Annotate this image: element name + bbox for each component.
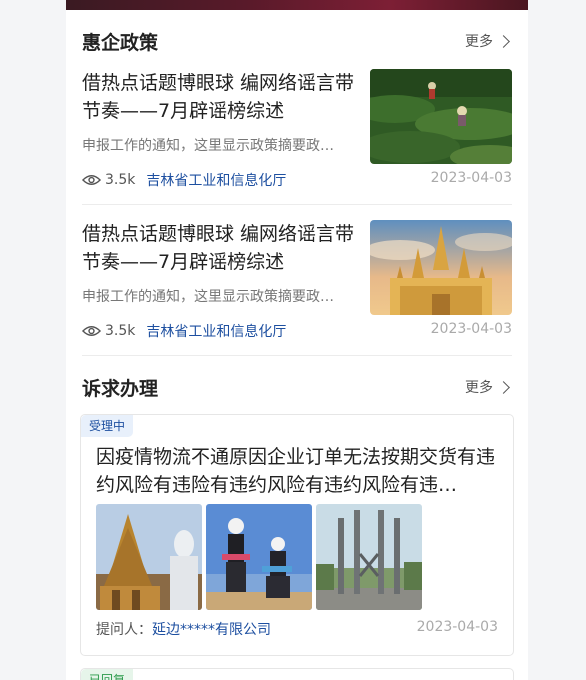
app-page: 惠企政策 更多 借热点话题博眼球 编网络谣言带节奏——7月辟谣榜综述 申报工作的… (66, 0, 528, 680)
policy-more-label: 更多 (465, 34, 493, 50)
status-badge: 受理中 (81, 415, 134, 437)
news-item[interactable]: 借热点话题博眼球 编网络谣言带节奏——7月辟谣榜综述 申报工作的通知，这里显示政… (82, 220, 512, 356)
appeal-date: 2023-04-03 (416, 619, 498, 635)
appeal-section-header: 诉求办理 更多 (82, 372, 512, 402)
eye-icon (82, 175, 101, 185)
news-summary: 申报工作的通知，这里显示政策摘要政… (82, 289, 334, 305)
news-source[interactable]: 吉林省工业和信息化厅 (146, 170, 286, 190)
dancers-image (206, 504, 312, 610)
appeal-section-title: 诉求办理 (82, 377, 159, 400)
appeal-photo-temple[interactable] (96, 504, 202, 610)
city-gate-image (316, 504, 422, 610)
view-count: 3.5k (105, 172, 136, 188)
news-date: 2023-04-03 (430, 170, 512, 186)
view-count: 3.5k (105, 323, 136, 339)
appeal-photos (96, 504, 422, 610)
divider (82, 355, 512, 356)
appeal-more-link[interactable]: 更多 (465, 377, 512, 397)
submitter-label: 提问人： (96, 622, 152, 638)
submitter-name[interactable]: 延边*****有限公司 (152, 619, 271, 639)
news-title: 借热点话题博眼球 编网络谣言带节奏——7月辟谣榜综述 (82, 72, 355, 122)
policy-section-header: 惠企政策 更多 (82, 26, 512, 56)
news-item[interactable]: 借热点话题博眼球 编网络谣言带节奏——7月辟谣榜综述 申报工作的通知，这里显示政… (82, 69, 512, 205)
eye-icon (82, 326, 101, 336)
policy-more-link[interactable]: 更多 (465, 31, 512, 51)
news-thumbnail-golden-pagoda[interactable] (370, 220, 512, 315)
news-date: 2023-04-03 (430, 321, 512, 337)
tea-field-image (370, 69, 512, 164)
news-source[interactable]: 吉林省工业和信息化厅 (146, 321, 286, 341)
appeal-title: 因疫情物流不通原因企业订单无法按期交货有违约风险有违险有违约风险有违约风险有违… (96, 446, 496, 496)
chevron-right-icon (497, 34, 510, 48)
appeal-photo-dancers[interactable] (206, 504, 312, 610)
appeal-photo-gate[interactable] (316, 504, 422, 610)
status-badge: 已回复 (81, 669, 134, 680)
news-title: 借热点话题博眼球 编网络谣言带节奏——7月辟谣榜综述 (82, 223, 355, 273)
golden-pagoda-image (370, 220, 512, 315)
chevron-right-icon (497, 380, 510, 394)
news-thumbnail-tea-field[interactable] (370, 69, 512, 164)
news-summary: 申报工作的通知，这里显示政策摘要政… (82, 138, 334, 154)
divider (82, 204, 512, 205)
appeal-meta: 提问人： 延边*****有限公司 2023-04-03 (96, 619, 498, 639)
appeal-card[interactable]: 已回复 (80, 668, 514, 680)
policy-section-title: 惠企政策 (82, 31, 159, 54)
appeal-more-label: 更多 (465, 380, 493, 396)
temple-statue-image (96, 504, 202, 610)
top-banner-image (66, 0, 528, 10)
appeal-card[interactable]: 受理中 因疫情物流不通原因企业订单无法按期交货有违约风险有违险有违约风险有违约风… (80, 414, 514, 656)
